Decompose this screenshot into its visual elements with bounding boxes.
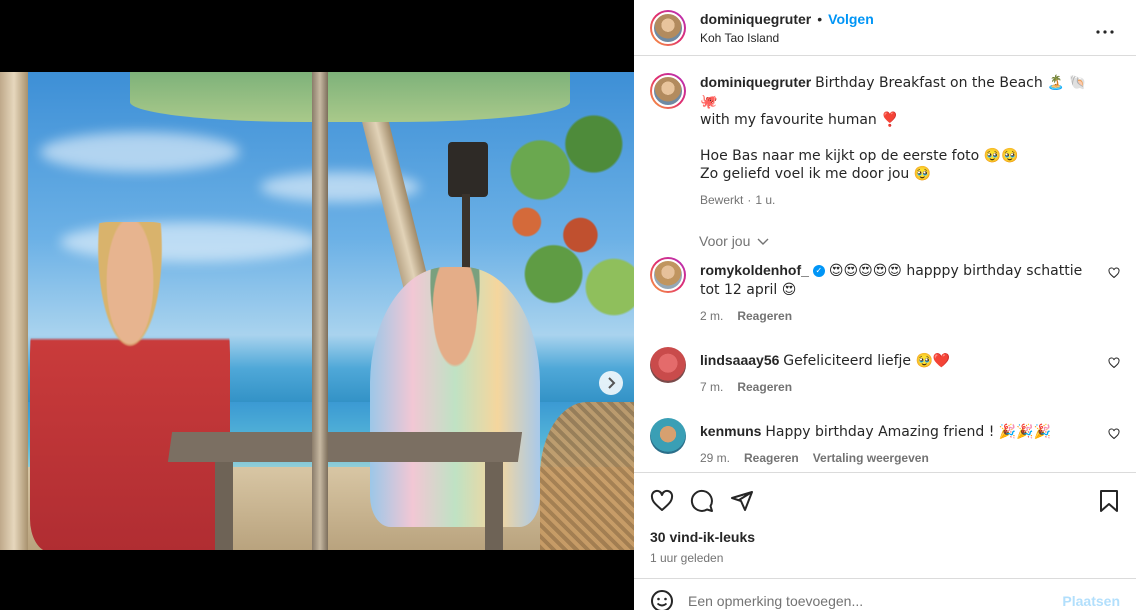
- commenter-username[interactable]: kenmuns: [700, 423, 761, 439]
- commenter-avatar[interactable]: [650, 418, 686, 454]
- reply-button[interactable]: Reageren: [737, 378, 792, 396]
- comments-section[interactable]: dominiquegruter Birthday Breakfast on th…: [634, 57, 1136, 472]
- comment-item: kenmuns Happy birthday Amazing friend ! …: [634, 418, 1136, 467]
- chevron-down-icon: [757, 238, 769, 245]
- caption-line-3: Hoe Bas naar me kijkt op de eerste foto …: [700, 148, 1019, 164]
- author-avatar[interactable]: [650, 9, 686, 46]
- comment-time: 7 m.: [700, 380, 724, 394]
- bookmark-icon[interactable]: [1098, 489, 1120, 513]
- comment-filter-label: Voor jou: [699, 233, 751, 249]
- commenter-avatar[interactable]: [650, 347, 686, 383]
- post-time: 1 uur geleden: [650, 551, 724, 565]
- caption-line-4: Zo geliefd voel ik me door jou 🥹: [700, 166, 932, 182]
- heart-icon[interactable]: [650, 489, 674, 513]
- post-caption: dominiquegruter Birthday Breakfast on th…: [634, 57, 1136, 209]
- verified-badge-icon: ✓: [812, 265, 825, 278]
- follow-button[interactable]: Volgen: [828, 11, 874, 27]
- post-location[interactable]: Koh Tao Island: [700, 31, 874, 45]
- post-actions: 30 vind-ik-leuks 1 uur geleden: [634, 472, 1136, 565]
- show-translation-button[interactable]: Vertaling weergeven: [813, 449, 929, 467]
- add-comment-bar: Plaatsen: [634, 578, 1136, 610]
- comment-text: Happy birthday Amazing friend ! 🎉🎉🎉: [765, 424, 1052, 440]
- separator-dot: •: [817, 10, 823, 27]
- next-photo-button[interactable]: [599, 371, 623, 395]
- comment-icon[interactable]: [690, 489, 714, 513]
- commenter-avatar[interactable]: [650, 257, 686, 293]
- instagram-post-view: dominiquegruter • Volgen Koh Tao Island …: [0, 0, 1136, 610]
- comment-like-heart-icon[interactable]: [1108, 267, 1120, 279]
- comment-text: Gefeliciteerd liefje 🥹❤️: [783, 353, 951, 369]
- post-photo[interactable]: [0, 72, 634, 550]
- comment-time: 29 m.: [700, 451, 731, 465]
- chevron-right-icon: [608, 377, 616, 389]
- commenter-username[interactable]: lindsaaay56: [700, 352, 779, 368]
- share-icon[interactable]: [730, 489, 754, 513]
- media-area: [0, 0, 634, 610]
- caption-username[interactable]: dominiquegruter: [700, 74, 811, 90]
- post-header: dominiquegruter • Volgen Koh Tao Island: [634, 0, 1136, 56]
- more-options-icon: [1096, 30, 1114, 34]
- author-username[interactable]: dominiquegruter: [700, 11, 811, 27]
- emoji-icon[interactable]: [650, 589, 674, 610]
- caption-time: 1 u.: [755, 193, 776, 207]
- post-comment-button[interactable]: Plaatsen: [1062, 593, 1120, 609]
- reply-button[interactable]: Reageren: [744, 449, 799, 467]
- comment-input[interactable]: [688, 592, 1063, 609]
- comment-time: 2 m.: [700, 309, 724, 323]
- comment-item: lindsaaay56 Gefeliciteerd liefje 🥹❤️ 7 m…: [634, 347, 1136, 396]
- caption-avatar[interactable]: [650, 73, 686, 109]
- more-options-button[interactable]: [1096, 18, 1114, 39]
- post-side-panel: dominiquegruter • Volgen Koh Tao Island …: [634, 0, 1136, 610]
- comment-item: romykoldenhof_ ✓ 😍😍😍😍😍 happpy birthday sch…: [634, 257, 1136, 325]
- likes-count[interactable]: 30 vind-ik-leuks: [650, 529, 1120, 545]
- comment-filter-dropdown[interactable]: Voor jou: [699, 233, 1136, 249]
- reply-button[interactable]: Reageren: [737, 307, 792, 325]
- comment-like-heart-icon[interactable]: [1108, 357, 1120, 369]
- comment-like-heart-icon[interactable]: [1108, 428, 1120, 440]
- commenter-username[interactable]: romykoldenhof_: [700, 262, 809, 278]
- edited-label: Bewerkt: [700, 193, 744, 207]
- caption-line-2: with my favourite human ❣️: [700, 112, 899, 128]
